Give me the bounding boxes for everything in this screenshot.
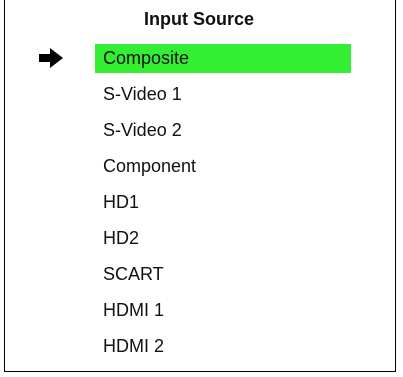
option-hd2[interactable]: HD2 <box>95 224 351 253</box>
option-component[interactable]: Component <box>95 152 351 181</box>
menu-title: Input Source <box>143 9 254 29</box>
option-hdmi-2[interactable]: HDMI 2 <box>95 332 351 361</box>
option-composite[interactable]: Composite <box>95 44 351 73</box>
input-source-list: Composite S-Video 1 S-Video 2 Component … <box>95 44 351 368</box>
option-hd1[interactable]: HD1 <box>95 188 351 217</box>
option-s-video-1[interactable]: S-Video 1 <box>95 80 351 109</box>
option-s-video-2[interactable]: S-Video 2 <box>95 116 351 145</box>
input-source-menu: Input Source Composite S-Video 1 S-Video… <box>4 0 396 372</box>
right-arrow-icon <box>39 48 63 68</box>
option-scart[interactable]: SCART <box>95 260 351 289</box>
option-hdmi-1[interactable]: HDMI 1 <box>95 296 351 325</box>
